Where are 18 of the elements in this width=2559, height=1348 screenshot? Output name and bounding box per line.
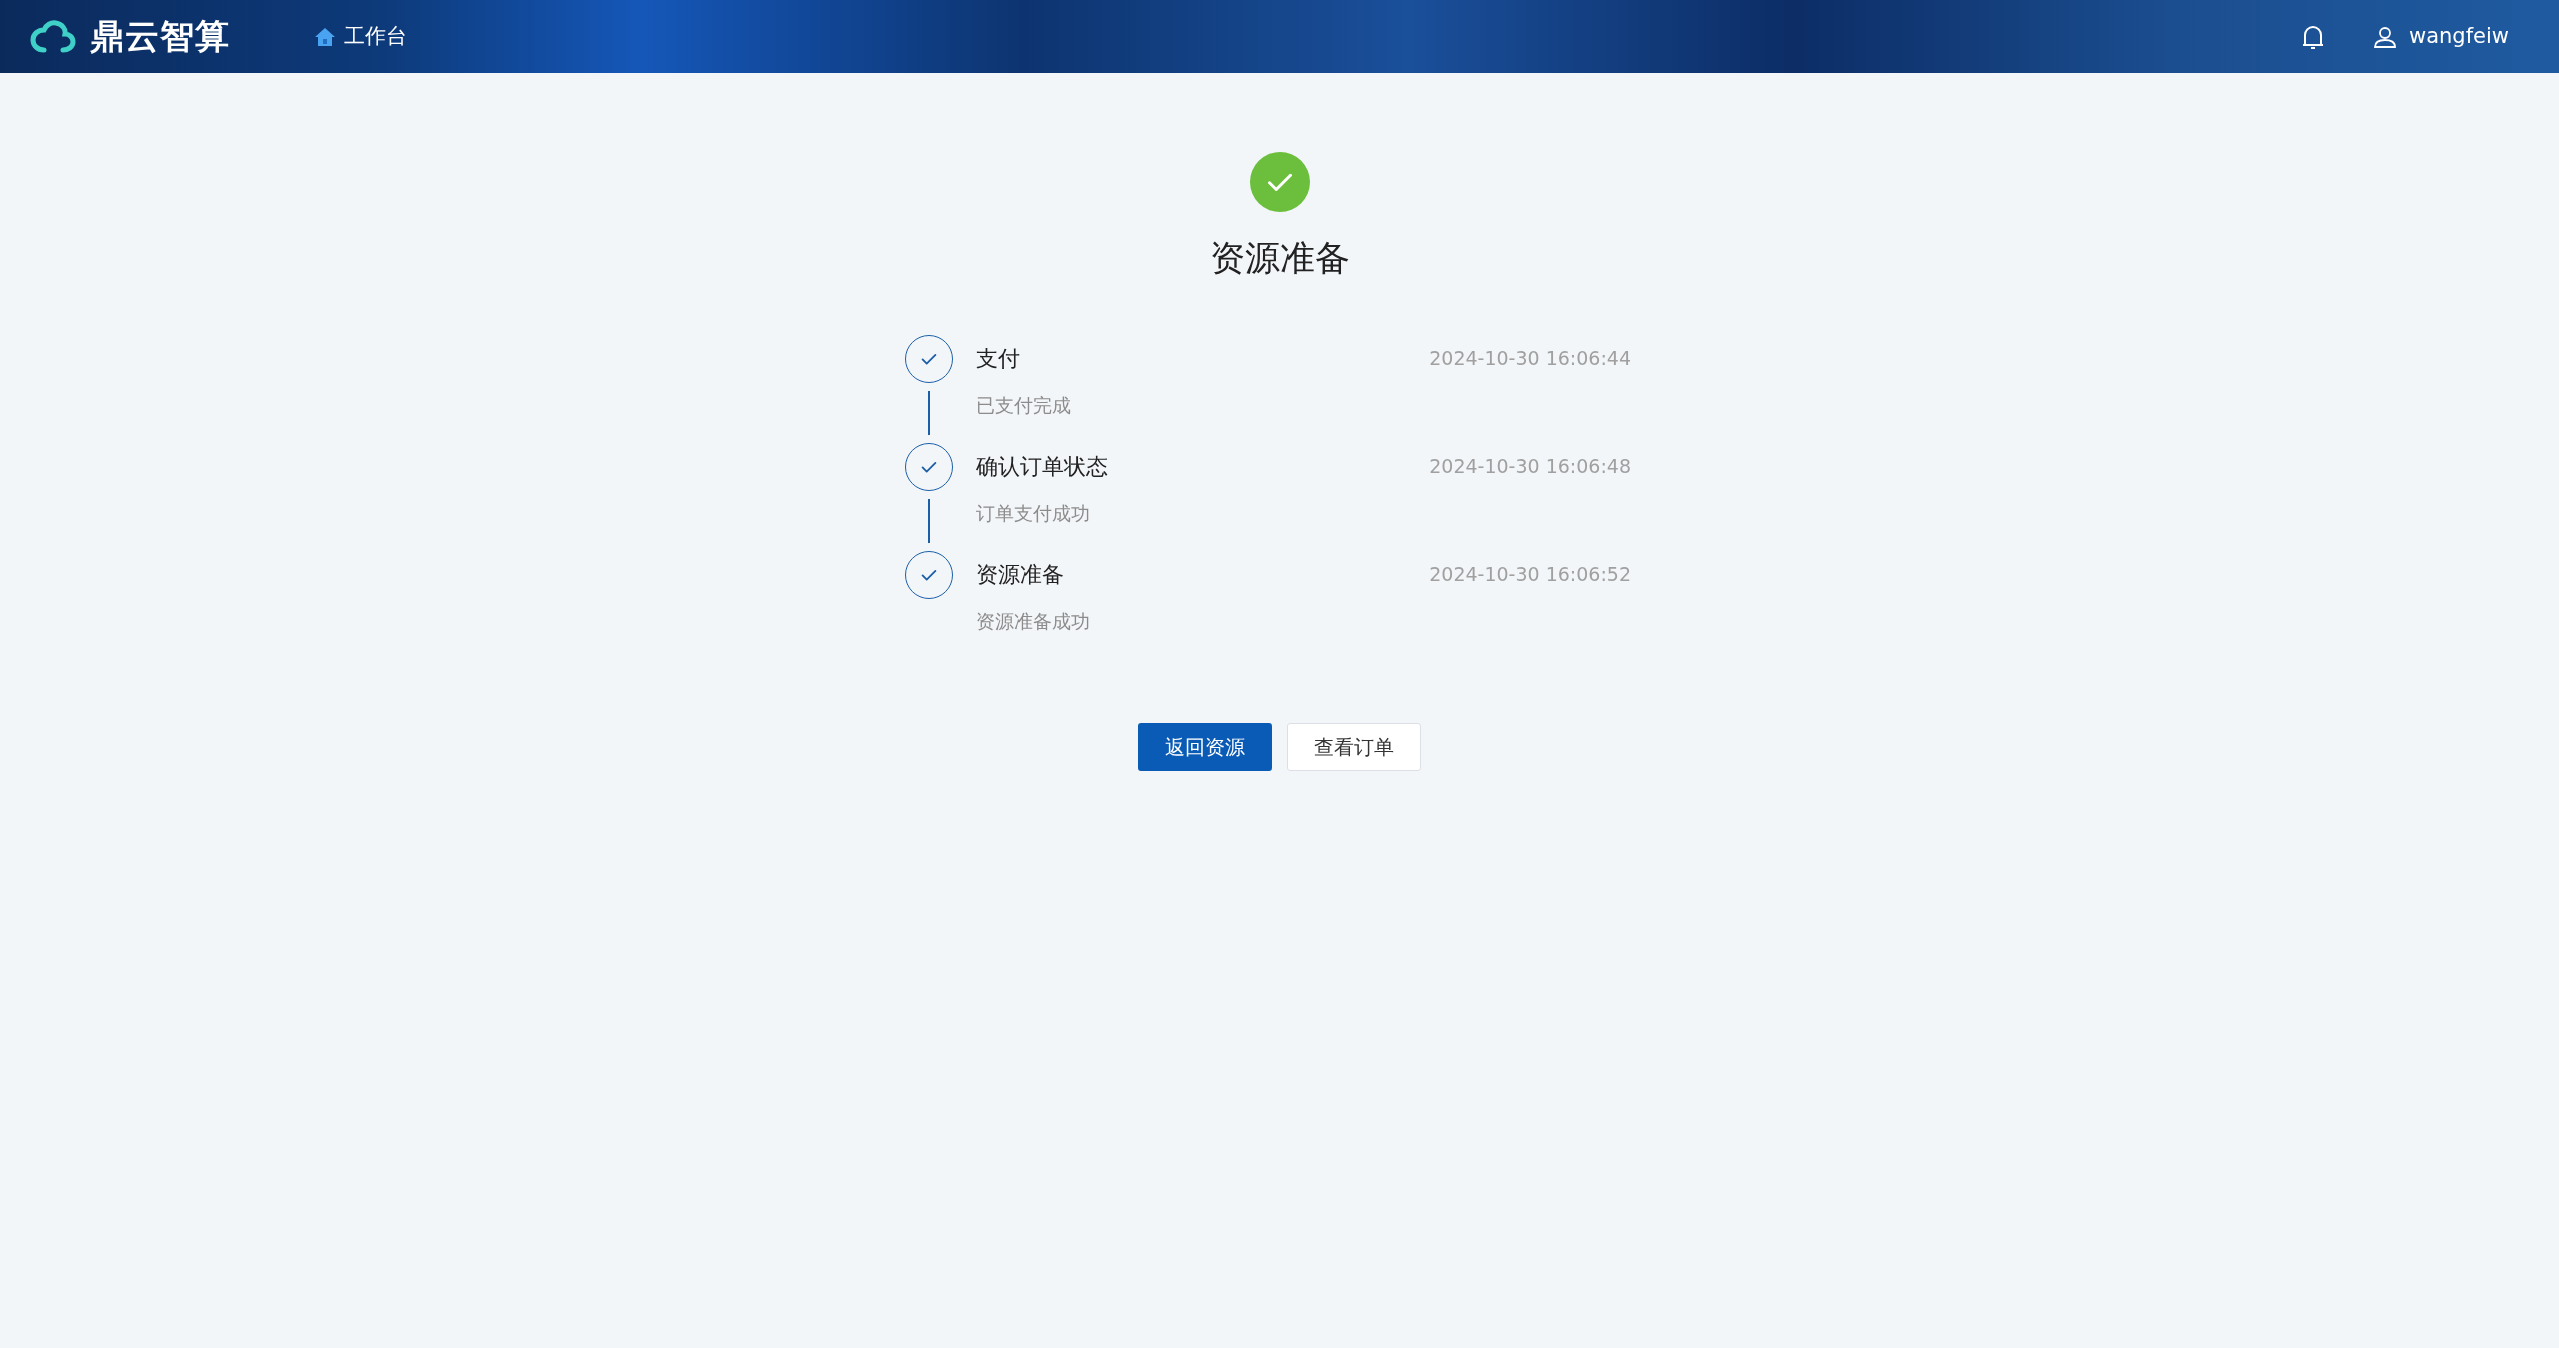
user-icon <box>2373 24 2397 49</box>
primary-button[interactable]: 返回资源 <box>1138 723 1272 771</box>
step-title: 支付 <box>976 345 1020 373</box>
result-title: 资源准备 <box>1209 237 1350 280</box>
step-description: 资源准备成功 <box>976 608 1091 634</box>
cloud-logo-icon <box>30 19 78 54</box>
step-time: 2024-10-30 16:06:52 <box>1429 562 1631 588</box>
step-title: 确认订单状态 <box>976 453 1108 481</box>
username[interactable]: wangfeiw <box>2409 20 2509 53</box>
workbench-nav-link[interactable]: 工作台 <box>314 20 408 53</box>
step-time: 2024-10-30 16:06:44 <box>1429 346 1631 372</box>
home-icon <box>314 26 337 47</box>
step-title: 资源准备 <box>976 561 1064 589</box>
brand-name: 鼎云智算 <box>90 15 230 58</box>
step-description: 已支付完成 <box>976 392 1072 418</box>
step-description: 订单支付成功 <box>976 500 1091 526</box>
secondary-button[interactable]: 查看订单 <box>1287 723 1421 771</box>
step-time: 2024-10-30 16:06:48 <box>1429 454 1631 480</box>
